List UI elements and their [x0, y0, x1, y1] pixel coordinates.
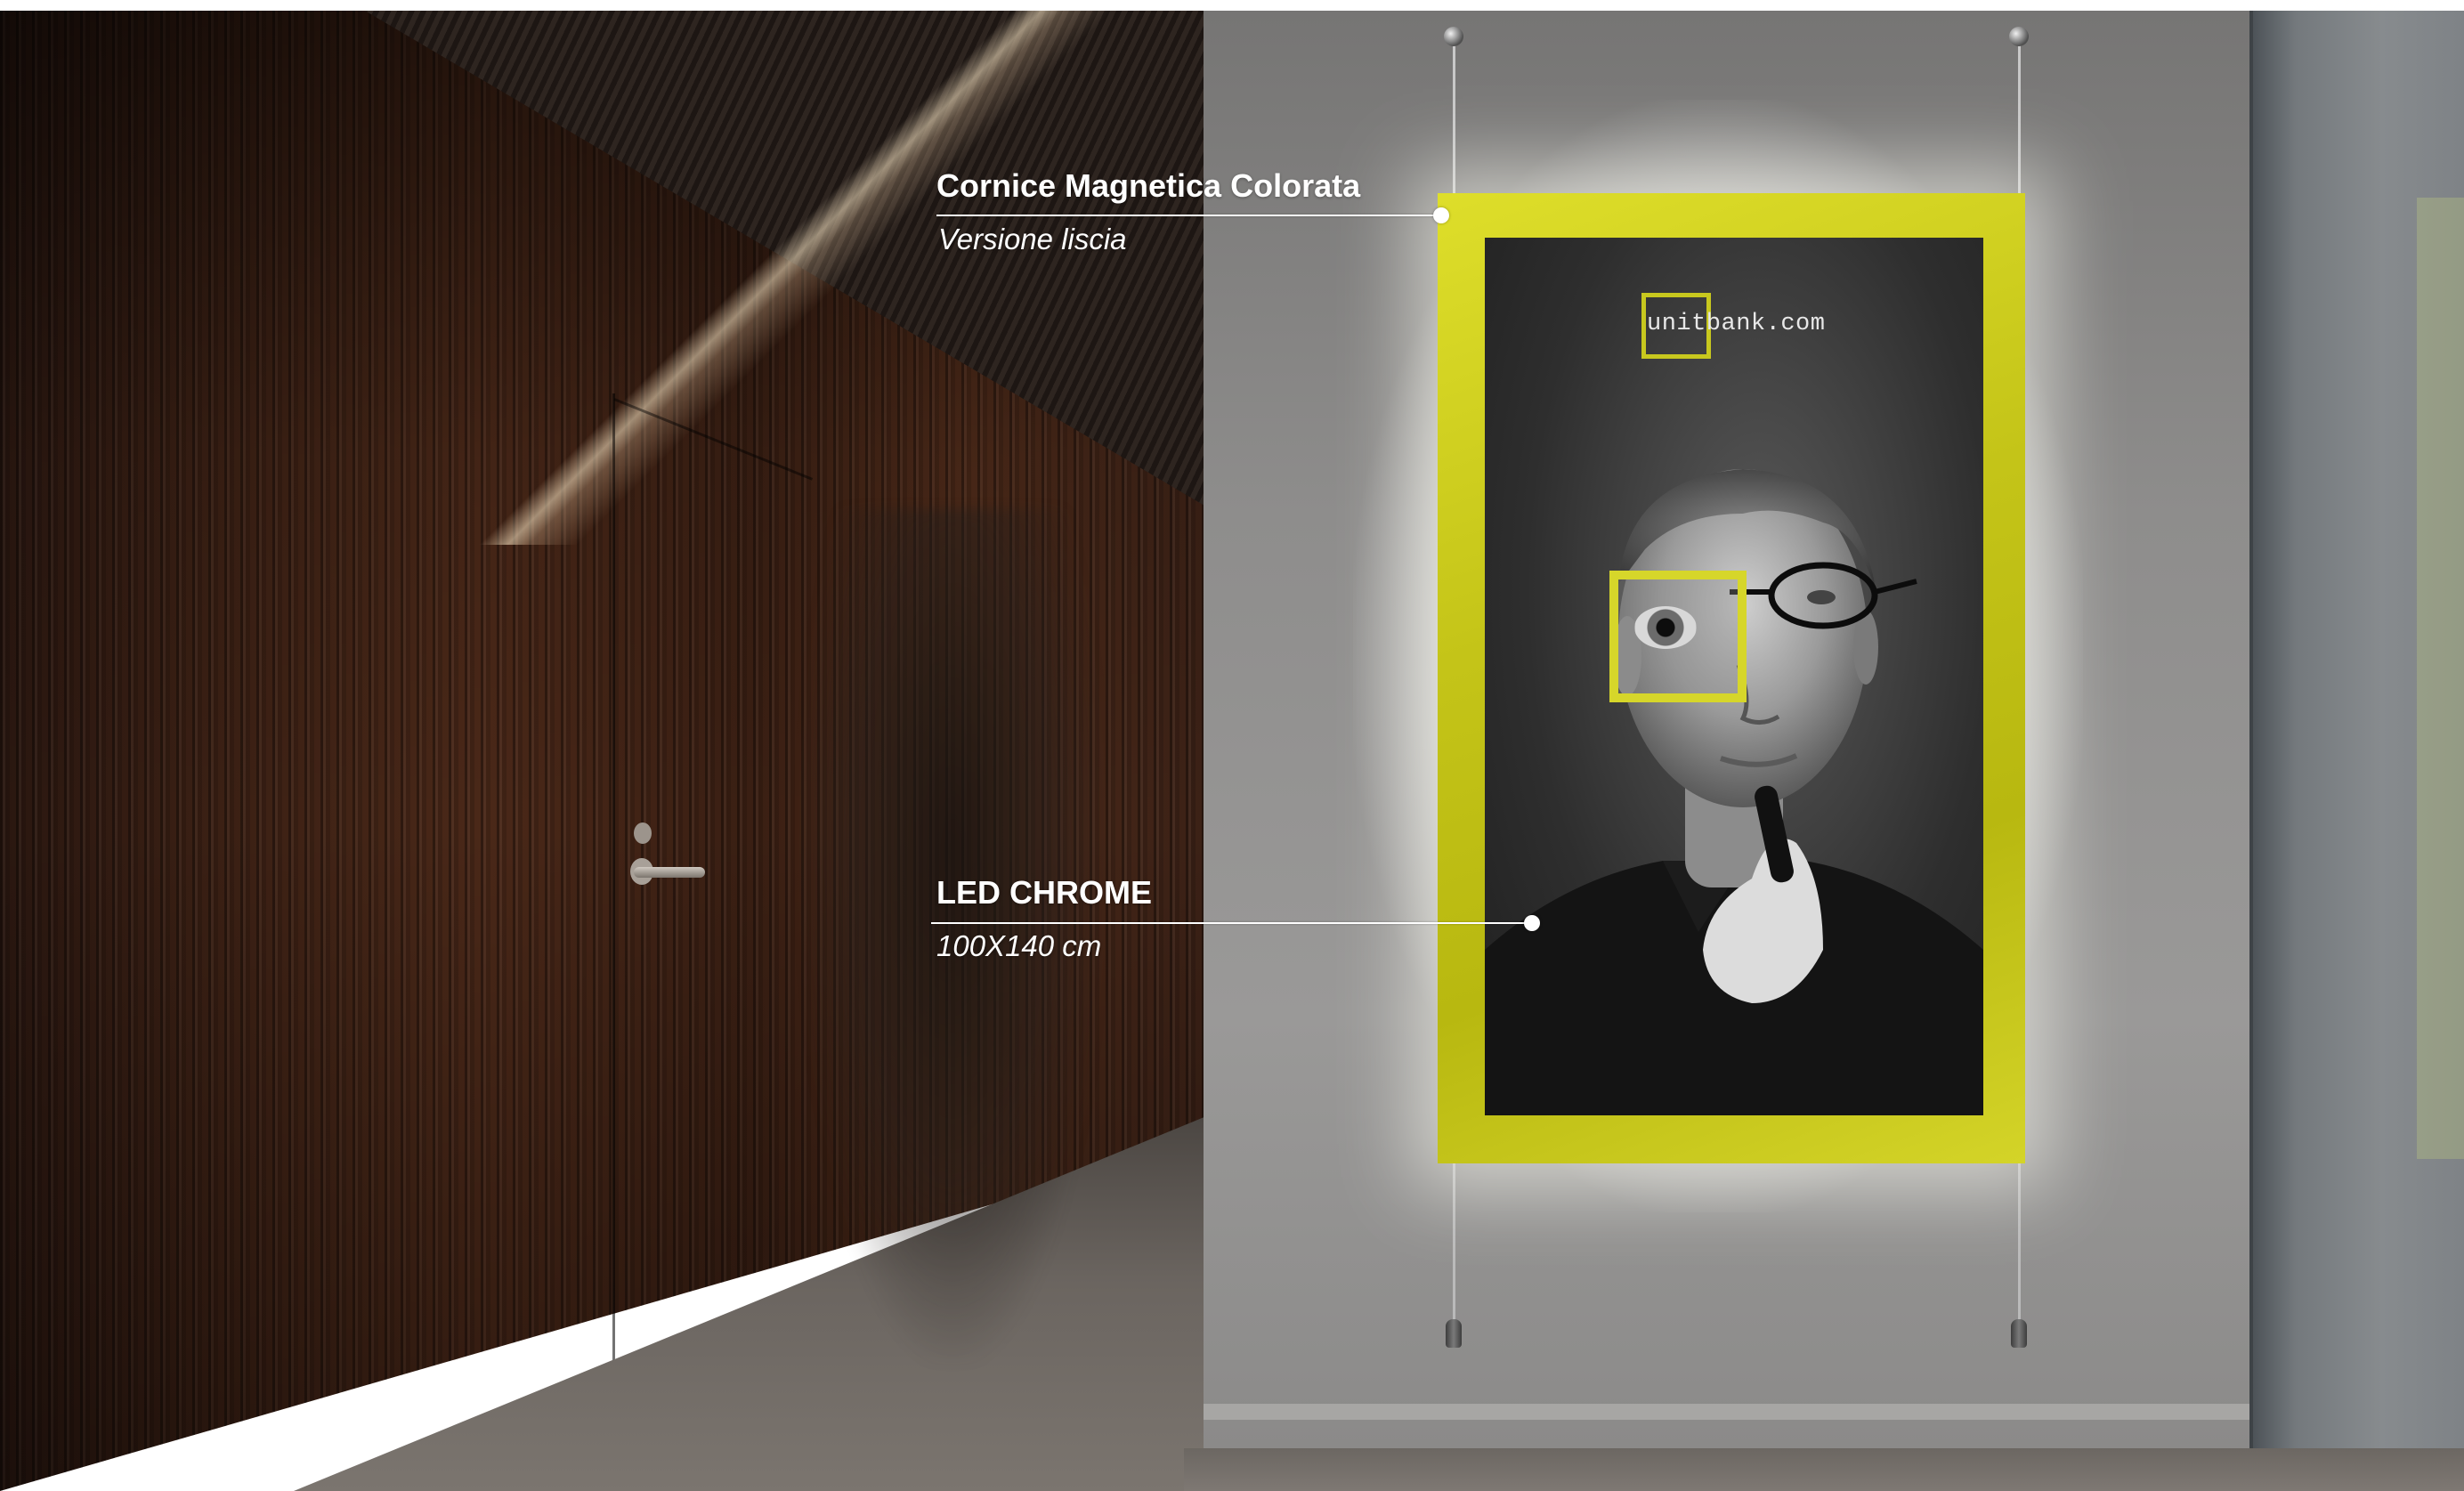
poster-eye-square — [1609, 571, 1747, 702]
gallery-floor — [1184, 1448, 2464, 1491]
poster-logo-text: unitbank.com — [1647, 311, 1826, 337]
floor-anchor-icon — [1446, 1319, 1462, 1348]
corridor-photo: unitbank.com Cornice Magnetica Colorata … — [0, 11, 2464, 1491]
callout-led-subtitle: 100X140 cm — [936, 929, 1102, 962]
callout-led-leader — [931, 922, 1533, 924]
callout-frame-leader — [936, 215, 1440, 216]
product-scene: unitbank.com Cornice Magnetica Colorata … — [0, 0, 2464, 1491]
callout-led-dot — [1524, 915, 1540, 931]
advertising-poster: unitbank.com — [1485, 238, 1983, 1115]
callout-led-title: LED CHROME — [936, 874, 1152, 911]
hidden-door-edge — [612, 393, 615, 1364]
callout-frame-subtitle: Versione liscia — [938, 223, 1127, 255]
door-handle — [634, 867, 705, 878]
door-lock — [634, 822, 652, 844]
cheetah-eye — [1634, 606, 1697, 649]
callout-frame-dot — [1433, 207, 1449, 223]
ceiling-hook-icon — [2009, 27, 2029, 46]
wall-baseboard — [1204, 1404, 2249, 1420]
poster-portrait — [1485, 469, 1983, 1115]
floor-anchor-icon — [2011, 1319, 2027, 1348]
ceiling-hook-icon — [1444, 27, 1463, 46]
reflected-frame — [2417, 198, 2464, 1159]
callout-frame-title: Cornice Magnetica Colorata — [936, 167, 1361, 204]
